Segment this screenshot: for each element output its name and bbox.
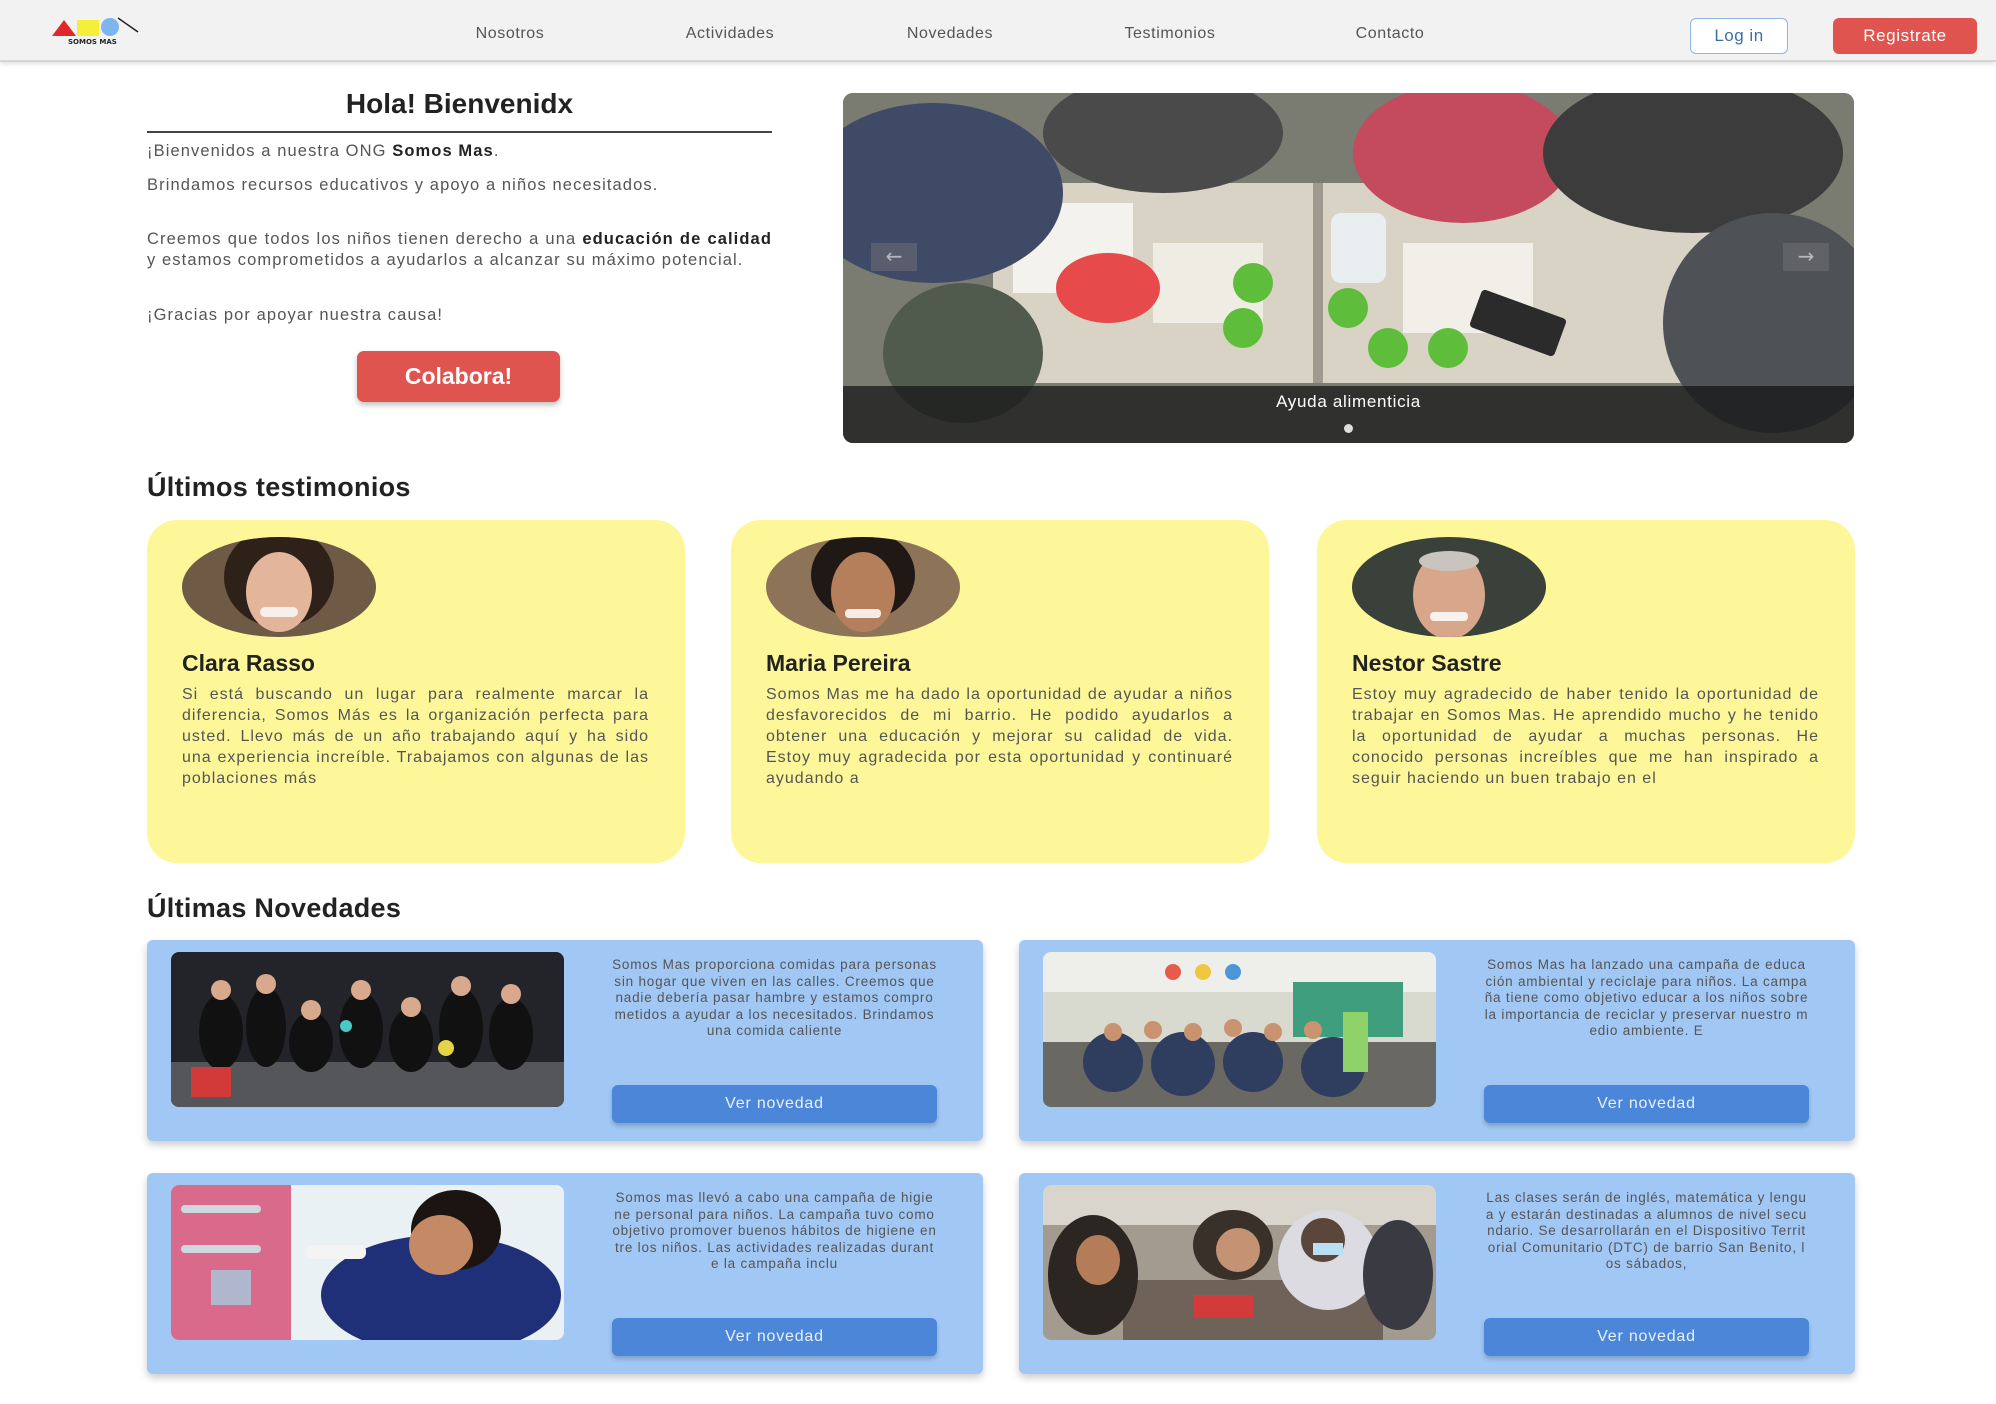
avatar (182, 537, 376, 637)
ver-novedad-button[interactable]: Ver novedad (1484, 1085, 1809, 1123)
testimonial-name: Clara Rasso (182, 650, 315, 676)
nav-link-contacto[interactable]: Contacto (1280, 0, 1500, 62)
colabora-button[interactable]: Colabora! (357, 351, 560, 402)
news-card: Somos Mas proporciona comidas para perso… (147, 940, 983, 1141)
testimonial-name: Nestor Sastre (1352, 650, 1502, 676)
nav-link-novedades[interactable]: Novedades (840, 0, 1060, 62)
news-image (171, 1185, 564, 1340)
login-button[interactable]: Log in (1690, 18, 1788, 54)
testimonial-card: Maria Pereira Somos Mas me ha dado la op… (731, 520, 1269, 863)
news-title: Últimas Novedades (147, 893, 402, 923)
nav-link-testimonios[interactable]: Testimonios (1060, 0, 1280, 62)
navbar: SOMOS MAS Nosotros Actividades Novedades… (0, 0, 1996, 62)
logo[interactable]: SOMOS MAS (50, 14, 162, 48)
testimonials-title: Últimos testimonios (147, 472, 411, 502)
nav-link-actividades[interactable]: Actividades (620, 0, 840, 62)
news-text: Somos Mas proporciona comidas para perso… (612, 957, 937, 1038)
testimonial-card: Clara Rasso Si está buscando un lugar pa… (147, 520, 685, 863)
carousel-next-icon[interactable]: → (1783, 243, 1829, 271)
hero-mission-text: Brindamos recursos educativos y apoyo a … (147, 176, 659, 194)
register-button[interactable]: Registrate (1833, 18, 1977, 54)
carousel-caption: Ayuda alimenticia (1276, 392, 1421, 411)
news-text: Las clases serán de inglés, matemática y… (1485, 1190, 1808, 1271)
avatar (766, 537, 960, 637)
news-card: Somos mas llevó a cabo una campaña de hi… (147, 1173, 983, 1374)
ver-novedad-button[interactable]: Ver novedad (612, 1318, 937, 1356)
hero-belief-text: Creemos que todos los niños tienen derec… (147, 230, 772, 269)
hero-thanks-text: ¡Gracias por apoyar nuestra causa! (147, 306, 444, 324)
ver-novedad-button[interactable]: Ver novedad (1484, 1318, 1809, 1356)
news-text: Somos Mas ha lanzado una campaña de educ… (1484, 957, 1809, 1038)
nav-links: Nosotros Actividades Novedades Testimoni… (400, 0, 1500, 62)
news-image (1043, 952, 1436, 1107)
carousel-prev-icon[interactable]: ← (871, 243, 917, 271)
testimonial-name: Maria Pereira (766, 650, 911, 676)
testimonial-text: Estoy muy agradecido de haber tenido la … (1352, 686, 1819, 787)
testimonial-card: Nestor Sastre Estoy muy agradecido de ha… (1317, 520, 1855, 863)
avatar (1352, 537, 1546, 637)
hero-carousel[interactable]: ← → Ayuda alimenticia (843, 93, 1854, 443)
logo-shapes-icon: SOMOS MAS (52, 17, 139, 46)
testimonial-text: Somos Mas me ha dado la oportunidad de a… (766, 686, 1233, 787)
hero-title: Hola! Bienvenidx (345, 88, 574, 119)
ver-novedad-button[interactable]: Ver novedad (612, 1085, 937, 1123)
news-image (171, 952, 564, 1107)
hero-welcome-text: ¡Bienvenidos a nuestra ONG Somos Mas. (147, 142, 500, 160)
news-text: Somos mas llevó a cabo una campaña de hi… (612, 1190, 937, 1271)
logo-text: SOMOS MAS (68, 38, 117, 46)
testimonial-text: Si está buscando un lugar para realmente… (182, 686, 649, 787)
news-image (1043, 1185, 1436, 1340)
carousel-indicator[interactable] (1344, 424, 1353, 433)
news-card: Las clases serán de inglés, matemática y… (1019, 1173, 1855, 1374)
nav-link-nosotros[interactable]: Nosotros (400, 0, 620, 62)
news-card: Somos Mas ha lanzado una campaña de educ… (1019, 940, 1855, 1141)
hero-divider (147, 131, 772, 133)
